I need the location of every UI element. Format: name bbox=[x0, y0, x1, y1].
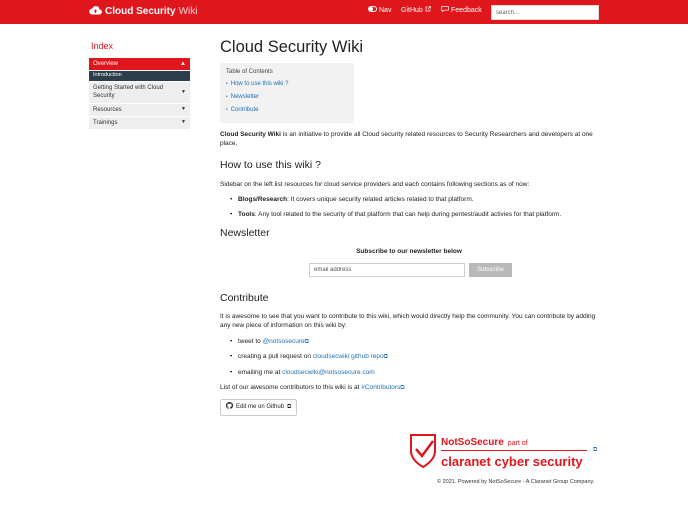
sidebar: Index Overview ▲ Introduction Getting St… bbox=[89, 40, 190, 130]
github-icon bbox=[226, 402, 233, 413]
intro-bold: Cloud Security Wiki bbox=[220, 130, 281, 138]
sidebar-item-trainings[interactable]: Trainings ▼ bbox=[89, 117, 190, 130]
email-field[interactable] bbox=[309, 262, 465, 277]
top-navbar: Cloud Security Wiki Nav GitHub Feedback bbox=[0, 0, 688, 24]
logo-partof: part of bbox=[507, 440, 528, 447]
howto-list: Blogs/Research: It covers unique securit… bbox=[220, 195, 598, 220]
github-link[interactable]: GitHub bbox=[401, 6, 431, 16]
feedback-icon bbox=[441, 6, 449, 16]
external-link-icon: ⧉ bbox=[287, 404, 292, 411]
email-link[interactable]: cloudsecwiki@notsosecure.com bbox=[282, 369, 375, 376]
contributors-text: List of our awesome contributors to this… bbox=[220, 383, 598, 393]
toc-item: • Newsletter bbox=[226, 93, 260, 102]
github-repo-link[interactable]: cloudsecwiki github repo bbox=[313, 353, 384, 360]
page-title: Cloud Security Wiki bbox=[220, 38, 364, 56]
table-of-contents: Table of Contents • How to use this wiki … bbox=[220, 62, 354, 123]
intro-paragraph: Cloud Security Wiki is an initiative to … bbox=[220, 130, 598, 149]
toggle-icon bbox=[368, 6, 377, 16]
external-link-icon: ⧉ bbox=[304, 338, 309, 345]
contribute-list: tweet to @notsosecure⧉ creating a pull r… bbox=[220, 337, 598, 378]
search-input[interactable] bbox=[491, 5, 599, 20]
sidebar-item-label: Resources bbox=[93, 106, 122, 113]
toc-item: • How to use this wiki ? bbox=[226, 80, 289, 89]
subscribe-form: Subscribe bbox=[309, 262, 598, 277]
list-item-text: tweet to bbox=[238, 337, 263, 345]
cloud-icon bbox=[89, 5, 102, 19]
edit-button-label: Edit me on Github bbox=[236, 404, 285, 411]
footer-logo[interactable]: NotSoSecure part of claranet cyber secur… bbox=[409, 433, 599, 471]
main-content: Cloud Security Wiki Table of Contents • H… bbox=[220, 38, 598, 416]
list-item-text: emailing me at bbox=[238, 368, 283, 376]
caret-down-icon: ▼ bbox=[181, 89, 186, 96]
howto-heading: How to use this wiki ? bbox=[220, 159, 321, 172]
toc-title: Table of Contents bbox=[226, 68, 273, 75]
list-item: emailing me at cloudsecwiki@notsosecure.… bbox=[230, 368, 598, 378]
sidebar-item-overview[interactable]: Overview ▲ bbox=[89, 58, 190, 71]
nav-label: Nav bbox=[379, 7, 392, 14]
external-link-icon: ⧉ bbox=[593, 447, 598, 453]
contribute-text: It is awesome to see that you want to co… bbox=[220, 312, 596, 330]
toc-link-how-to[interactable]: How to use this wiki ? bbox=[231, 80, 289, 89]
subscribe-title: Subscribe to our newsletter below bbox=[356, 248, 462, 256]
caret-down-icon: ▼ bbox=[181, 106, 186, 113]
sidebar-item-introduction[interactable]: Introduction bbox=[89, 71, 190, 82]
shield-check-icon bbox=[409, 433, 437, 473]
twitter-link[interactable]: @notsosecure bbox=[263, 338, 305, 345]
external-link-icon bbox=[425, 6, 431, 16]
sidebar-item-label: Introduction bbox=[93, 72, 122, 79]
list-item: Tools: Any tool related to the security … bbox=[230, 210, 598, 220]
logo-brand-row: NotSoSecure part of bbox=[441, 436, 528, 451]
brand-subtitle: Wiki bbox=[178, 5, 198, 17]
howto-text: Sidebar on the left list resources for c… bbox=[220, 180, 530, 188]
list-item-text: : It covers unique security related arti… bbox=[287, 196, 474, 204]
newsletter-heading: Newsletter bbox=[220, 226, 270, 239]
brand-link[interactable]: Cloud Security Wiki bbox=[89, 5, 197, 19]
list-item: creating a pull request on cloudsecwiki … bbox=[230, 352, 598, 362]
feedback-label: Feedback bbox=[451, 7, 482, 14]
list-item-text: creating a pull request on bbox=[238, 353, 313, 361]
nav-toggle-link[interactable]: Nav bbox=[368, 6, 391, 16]
logo-company: claranet cyber security bbox=[441, 454, 583, 469]
caret-down-icon: ▼ bbox=[181, 119, 186, 126]
sidebar-item-label: Overview bbox=[93, 60, 119, 67]
caret-up-icon: ▲ bbox=[180, 60, 186, 67]
list-item: tweet to @notsosecure⧉ bbox=[230, 337, 598, 347]
sidebar-item-label: Trainings bbox=[93, 119, 118, 126]
subscribe-button[interactable]: Subscribe bbox=[469, 262, 512, 277]
contributors-prefix: List of our awesome contributors to this… bbox=[220, 384, 362, 392]
list-item-text: : Any tool related to the security of th… bbox=[254, 211, 562, 219]
contributors-link[interactable]: #Contributors bbox=[361, 384, 400, 391]
external-link-icon: ⧉ bbox=[400, 385, 405, 392]
feedback-link[interactable]: Feedback bbox=[441, 6, 482, 16]
contribute-heading: Contribute bbox=[220, 291, 269, 304]
copyright-text: © 2021. Powered by NotSoSecure - A Clara… bbox=[437, 479, 595, 485]
toc-link-newsletter[interactable]: Newsletter bbox=[231, 93, 259, 102]
sidebar-item-label: Getting Started with Cloud Security bbox=[93, 84, 164, 99]
sidebar-item-resources[interactable]: Resources ▼ bbox=[89, 104, 190, 117]
list-item: Blogs/Research: It covers unique securit… bbox=[230, 195, 598, 205]
logo-brand: NotSoSecure bbox=[441, 437, 504, 448]
list-item-bold: Tools bbox=[238, 211, 255, 219]
edit-on-github-button[interactable]: Edit me on Github ⧉ bbox=[220, 399, 298, 416]
external-link-icon: ⧉ bbox=[383, 354, 388, 361]
logo-divider bbox=[441, 450, 587, 451]
toc-item: • Contribute bbox=[226, 106, 259, 115]
brand-title: Cloud Security bbox=[105, 5, 176, 17]
github-label: GitHub bbox=[401, 7, 423, 14]
toc-link-contribute[interactable]: Contribute bbox=[231, 106, 259, 115]
list-item-bold: Blogs/Research bbox=[238, 196, 288, 204]
sidebar-title: Index bbox=[91, 41, 114, 51]
sidebar-item-getting-started[interactable]: Getting Started with Cloud Security ▼ bbox=[89, 82, 190, 104]
